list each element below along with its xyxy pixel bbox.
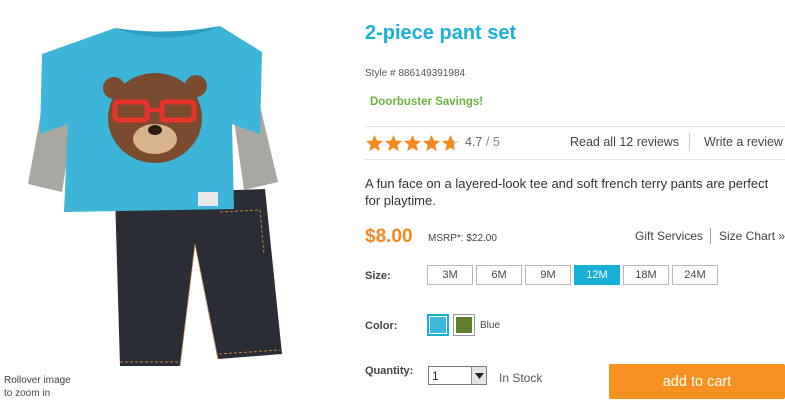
chevron-down-icon[interactable] xyxy=(471,367,486,384)
promo-badge: Doorbuster Savings! xyxy=(370,96,484,108)
product-image-area: Rollover image to zoom in xyxy=(0,0,345,418)
rating-stars[interactable] xyxy=(365,130,460,156)
size-options: 3M 6M 9M 12M 18M 24M xyxy=(427,265,721,285)
product-image[interactable] xyxy=(20,14,320,374)
zoom-hint: Rollover image to zoom in xyxy=(4,375,71,399)
size-option[interactable]: 12M xyxy=(574,265,620,285)
read-reviews-link[interactable]: Read all 12 reviews xyxy=(570,135,679,149)
size-option[interactable]: 6M xyxy=(476,265,522,285)
quantity-select[interactable]: 1 xyxy=(428,366,487,385)
write-review-link[interactable]: Write a review xyxy=(704,135,783,149)
size-option[interactable]: 3M xyxy=(427,265,473,285)
product-title: 2-piece pant set xyxy=(365,22,517,44)
msrp-price: MSRP*: $22.00 xyxy=(428,233,497,244)
quantity-value: 1 xyxy=(432,368,439,383)
color-swatches: Blue xyxy=(427,314,500,336)
divider xyxy=(710,228,711,244)
size-option[interactable]: 18M xyxy=(623,265,669,285)
green-swatch[interactable] xyxy=(453,314,475,336)
gift-services-link[interactable]: Gift Services xyxy=(635,229,703,243)
product-description: A fun face on a layered-look tee and sof… xyxy=(365,176,769,208)
rating-score: 4.7 / 5 xyxy=(465,135,500,149)
divider xyxy=(365,126,785,127)
sale-price: $8.00 xyxy=(365,226,413,247)
size-chart-link[interactable]: Size Chart » xyxy=(719,229,785,243)
style-number: Style # 886149391984 xyxy=(365,68,466,79)
swatch-fill xyxy=(430,317,446,333)
add-to-cart-button[interactable]: add to cart xyxy=(609,364,785,399)
selected-color-name: Blue xyxy=(480,319,501,331)
size-label: Size: xyxy=(365,270,391,282)
color-label: Color: xyxy=(365,320,398,332)
star-icon xyxy=(422,134,441,151)
quantity-label: Quantity: xyxy=(365,365,414,377)
blue-swatch[interactable] xyxy=(427,314,449,336)
pants-graphic xyxy=(115,189,282,367)
star-icon xyxy=(441,134,460,151)
star-icon xyxy=(365,134,384,151)
star-icon xyxy=(403,134,422,151)
size-option[interactable]: 9M xyxy=(525,265,571,285)
stock-status: In Stock xyxy=(499,371,543,385)
product-info: 2-piece pant set Style # 886149391984 Do… xyxy=(365,0,785,418)
star-icon xyxy=(384,134,403,151)
size-option[interactable]: 24M xyxy=(672,265,718,285)
divider xyxy=(365,159,785,160)
swatch-fill xyxy=(456,317,472,333)
rating-row: 4.7 / 5 Read all 12 reviews Write a revi… xyxy=(365,130,785,156)
divider xyxy=(689,133,690,151)
